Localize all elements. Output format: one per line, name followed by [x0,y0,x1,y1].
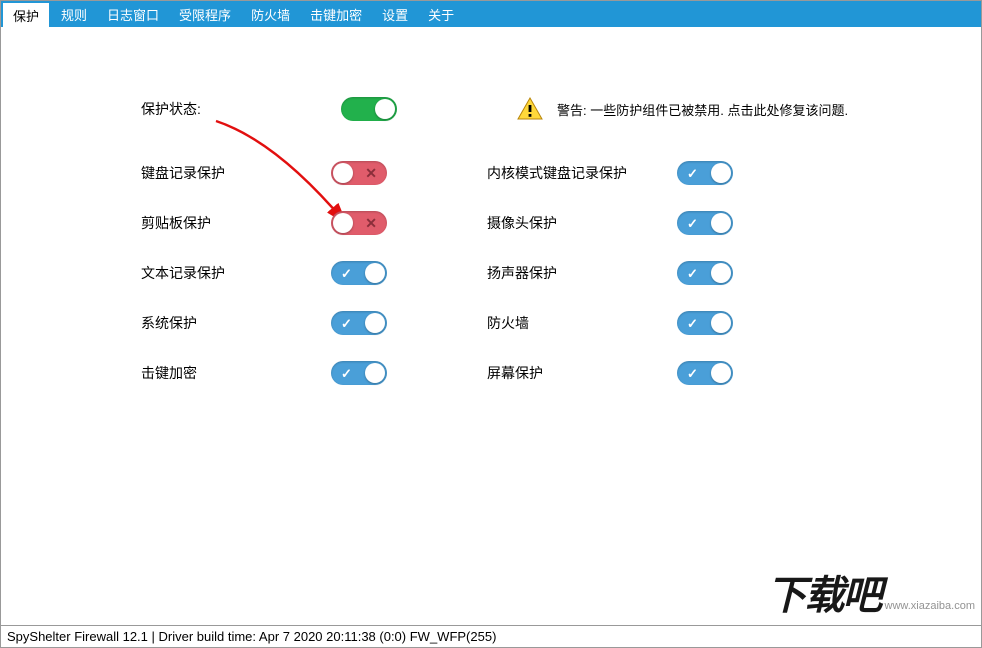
menubar: 保护 规则 日志窗口 受限程序 防火墙 击键加密 设置 关于 [1,1,981,27]
menu-protect[interactable]: 保护 [3,3,49,27]
kernel-keylog-protect-label: 内核模式键盘记录保护 [487,163,677,183]
screen-protect-label: 屏幕保护 [487,363,677,383]
system-protect-toggle[interactable]: ✓ [331,311,387,335]
speaker-protect-toggle[interactable]: ✓ [677,261,733,285]
watermark-url: www.xiazaiba.com [885,600,975,612]
watermark-logo: 下载吧 [767,563,881,621]
menu-restricted[interactable]: 受限程序 [169,1,241,27]
menu-settings[interactable]: 设置 [372,1,418,27]
menu-log[interactable]: 日志窗口 [97,1,169,27]
keystroke-encrypt-toggle[interactable]: ✓ [331,361,387,385]
left-column: 键盘记录保护 ✕ 剪贴板保护 ✕ 文本记录保护 ✓ 系统保护 ✓ 击键加密 ✓ [141,161,387,385]
statusbar: SpyShelter Firewall 12.1 | Driver build … [1,625,981,647]
system-protect-label: 系统保护 [141,313,331,333]
menu-rules[interactable]: 规则 [51,1,97,27]
text-log-protect-toggle[interactable]: ✓ [331,261,387,285]
menu-about[interactable]: 关于 [418,1,464,27]
text-log-protect-label: 文本记录保护 [141,263,331,283]
keystroke-encrypt-label: 击键加密 [141,363,331,383]
firewall-toggle[interactable]: ✓ [677,311,733,335]
protection-status-toggle[interactable] [341,97,397,121]
warning-box[interactable]: 警告: 一些防护组件已被禁用. 点击此处修复该问题. [517,97,848,121]
camera-protect-toggle[interactable]: ✓ [677,211,733,235]
warning-icon [517,97,543,121]
menu-firewall[interactable]: 防火墙 [241,1,300,27]
watermark: 下载吧 www.xiazaiba.com [767,563,975,621]
clipboard-protect-label: 剪贴板保护 [141,213,331,233]
keyboard-log-protect-label: 键盘记录保护 [141,163,331,183]
keyboard-log-protect-toggle[interactable]: ✕ [331,161,387,185]
speaker-protect-label: 扬声器保护 [487,263,677,283]
camera-protect-label: 摄像头保护 [487,213,677,233]
content-area: 保护状态: 警告: 一些防护组件已被禁用. 点击此处修复该问题. 键盘记录保护 … [1,27,981,625]
statusbar-text: SpyShelter Firewall 12.1 | Driver build … [7,629,496,644]
screen-protect-toggle[interactable]: ✓ [677,361,733,385]
warning-text[interactable]: 警告: 一些防护组件已被禁用. 点击此处修复该问题. [557,100,848,119]
menu-keystroke[interactable]: 击键加密 [300,1,372,27]
kernel-keylog-protect-toggle[interactable]: ✓ [677,161,733,185]
firewall-label: 防火墙 [487,313,677,333]
protection-status-label: 保护状态: [141,99,341,119]
clipboard-protect-toggle[interactable]: ✕ [331,211,387,235]
right-column: 内核模式键盘记录保护 ✓ 摄像头保护 ✓ 扬声器保护 ✓ 防火墙 ✓ 屏幕保护 … [487,161,733,385]
